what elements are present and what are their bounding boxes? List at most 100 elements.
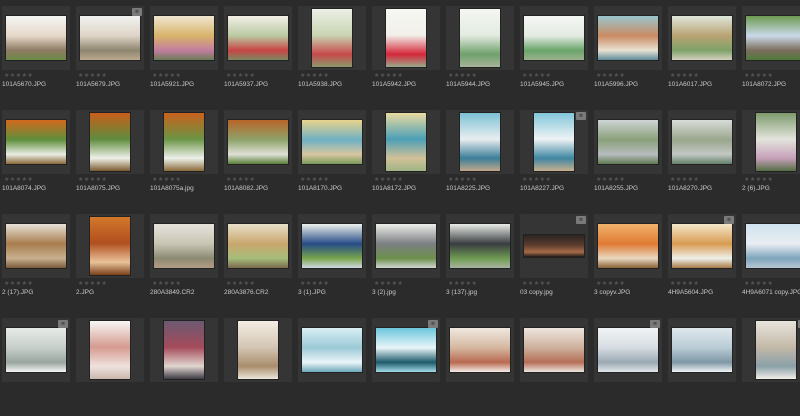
thumbnail-image[interactable]: [228, 16, 288, 60]
thumbnail-image[interactable]: [450, 328, 510, 372]
thumbnail-cell[interactable]: ★★★★★ 101A6017.JPG: [666, 0, 740, 104]
rating-stars[interactable]: ★★★★★: [374, 280, 403, 287]
thumbnail-cell[interactable]: ★★★★★ 101A5938.JPG: [296, 0, 370, 104]
rating-stars[interactable]: ★★★★★: [300, 280, 329, 287]
thumbnail-cell[interactable]: [222, 312, 296, 416]
thumbnail-frame[interactable]: ≡: [76, 6, 144, 70]
thumbnail-cell[interactable]: ★★★★★ 2 (6).JPG: [740, 104, 800, 208]
rating-stars[interactable]: ★★★★★: [4, 280, 33, 287]
rating-stars[interactable]: ★★★★★: [152, 72, 181, 79]
thumbnail-frame[interactable]: [224, 318, 292, 382]
thumbnail-cell[interactable]: ★★★★★ 101A8270.JPG: [666, 104, 740, 208]
thumbnail-image[interactable]: [386, 113, 426, 171]
thumbnail-frame[interactable]: [224, 6, 292, 70]
thumbnail-frame[interactable]: [668, 110, 736, 174]
rating-stars[interactable]: ★★★★★: [152, 176, 181, 183]
thumbnail-frame[interactable]: ≡: [742, 318, 800, 382]
thumbnail-image[interactable]: [598, 16, 658, 60]
thumbnail-cell[interactable]: ★★★★★ 101A5921.JPG: [148, 0, 222, 104]
thumbnail-frame[interactable]: [224, 110, 292, 174]
thumbnail-image[interactable]: [598, 120, 658, 164]
thumbnail-frame[interactable]: [742, 6, 800, 70]
thumbnail-cell[interactable]: ★★★★★ 3 (2).jpg: [370, 208, 444, 312]
thumbnail-image[interactable]: [672, 120, 732, 164]
thumbnail-cell[interactable]: ★★★★★ 101A8255.JPG: [592, 104, 666, 208]
thumbnail-frame[interactable]: [150, 6, 218, 70]
thumbnail-image[interactable]: [672, 224, 732, 268]
thumbnail-image[interactable]: [6, 224, 66, 268]
thumbnail-frame[interactable]: [520, 6, 588, 70]
thumbnail-frame[interactable]: [742, 110, 800, 174]
thumbnail-frame[interactable]: ≡: [594, 318, 662, 382]
thumbnail-frame[interactable]: [594, 214, 662, 278]
stack-badge-icon[interactable]: ≡: [132, 8, 142, 16]
rating-stars[interactable]: ★★★★★: [4, 176, 33, 183]
thumbnail-cell[interactable]: ★★★★★ 280A3849.CR2: [148, 208, 222, 312]
thumbnail-image[interactable]: [746, 224, 800, 268]
thumbnail-frame[interactable]: [150, 110, 218, 174]
thumbnail-cell[interactable]: ★★★★★ 101A8072.JPG: [740, 0, 800, 104]
thumbnail-frame[interactable]: [2, 110, 70, 174]
stack-badge-icon[interactable]: ≡: [58, 320, 68, 328]
rating-stars[interactable]: ★★★★★: [744, 72, 773, 79]
rating-stars[interactable]: ★★★★★: [448, 280, 477, 287]
thumbnail-frame[interactable]: [446, 214, 514, 278]
thumbnail-cell[interactable]: ★★★★★ 101A5944.JPG: [444, 0, 518, 104]
thumbnail-frame[interactable]: [76, 110, 144, 174]
thumbnail-image[interactable]: [302, 224, 362, 268]
rating-stars[interactable]: ★★★★★: [744, 280, 773, 287]
thumbnail-frame[interactable]: [520, 318, 588, 382]
thumbnail-cell[interactable]: ≡: [592, 312, 666, 416]
thumbnail-image[interactable]: [672, 16, 732, 60]
thumbnail-frame[interactable]: [372, 6, 440, 70]
thumbnail-image[interactable]: [228, 120, 288, 164]
thumbnail-cell[interactable]: ★★★★★ 101A8170.JPG: [296, 104, 370, 208]
thumbnail-image[interactable]: [598, 328, 658, 372]
thumbnail-cell[interactable]: ≡ ★★★★★ 101A5679.JPG: [74, 0, 148, 104]
rating-stars[interactable]: ★★★★★: [596, 72, 625, 79]
rating-stars[interactable]: ★★★★★: [78, 176, 107, 183]
thumbnail-cell[interactable]: [666, 312, 740, 416]
thumbnail-image[interactable]: [6, 16, 66, 60]
rating-stars[interactable]: ★★★★★: [4, 72, 33, 79]
rating-stars[interactable]: ★★★★★: [300, 176, 329, 183]
thumbnail-image[interactable]: [6, 328, 66, 372]
rating-stars[interactable]: ★★★★★: [374, 72, 403, 79]
thumbnail-cell[interactable]: ≡: [740, 312, 800, 416]
thumbnail-frame[interactable]: [298, 318, 366, 382]
thumbnail-image[interactable]: [90, 321, 130, 379]
thumbnail-cell[interactable]: ≡ ★★★★★ 4H9A5604.JPG: [666, 208, 740, 312]
stack-badge-icon[interactable]: ≡: [650, 320, 660, 328]
thumbnail-cell[interactable]: [296, 312, 370, 416]
rating-stars[interactable]: ★★★★★: [596, 176, 625, 183]
thumbnail-frame[interactable]: [372, 214, 440, 278]
thumbnail-frame[interactable]: ≡: [520, 110, 588, 174]
thumbnail-frame[interactable]: ≡: [520, 214, 588, 278]
thumbnail-cell[interactable]: ≡: [0, 312, 74, 416]
thumbnail-image[interactable]: [524, 16, 584, 60]
thumbnail-image[interactable]: [376, 328, 436, 372]
thumbnail-image[interactable]: [524, 328, 584, 372]
thumbnail-image[interactable]: [756, 321, 796, 379]
thumbnail-frame[interactable]: [446, 110, 514, 174]
thumbnail-cell[interactable]: ≡ ★★★★★ 03 copy.jpg: [518, 208, 592, 312]
thumbnail-image[interactable]: [524, 235, 584, 257]
thumbnail-image[interactable]: [756, 113, 796, 171]
thumbnail-frame[interactable]: [446, 318, 514, 382]
thumbnail-cell[interactable]: ★★★★★ 101A5996.JPG: [592, 0, 666, 104]
thumbnail-image[interactable]: [672, 328, 732, 372]
thumbnail-cell[interactable]: ≡ ★★★★★ 101A8227.JPG: [518, 104, 592, 208]
thumbnail-image[interactable]: [450, 224, 510, 268]
thumbnail-image[interactable]: [598, 224, 658, 268]
rating-stars[interactable]: ★★★★★: [522, 176, 551, 183]
stack-badge-icon[interactable]: ≡: [576, 216, 586, 224]
rating-stars[interactable]: ★★★★★: [226, 280, 255, 287]
stack-badge-icon[interactable]: ≡: [428, 320, 438, 328]
thumbnail-image[interactable]: [90, 217, 130, 275]
stack-badge-icon[interactable]: ≡: [724, 216, 734, 224]
rating-stars[interactable]: ★★★★★: [374, 176, 403, 183]
rating-stars[interactable]: ★★★★★: [522, 280, 551, 287]
thumbnail-cell[interactable]: ★★★★★ 101A8075a.jpg: [148, 104, 222, 208]
thumbnail-frame[interactable]: [668, 318, 736, 382]
thumbnail-frame[interactable]: [298, 214, 366, 278]
